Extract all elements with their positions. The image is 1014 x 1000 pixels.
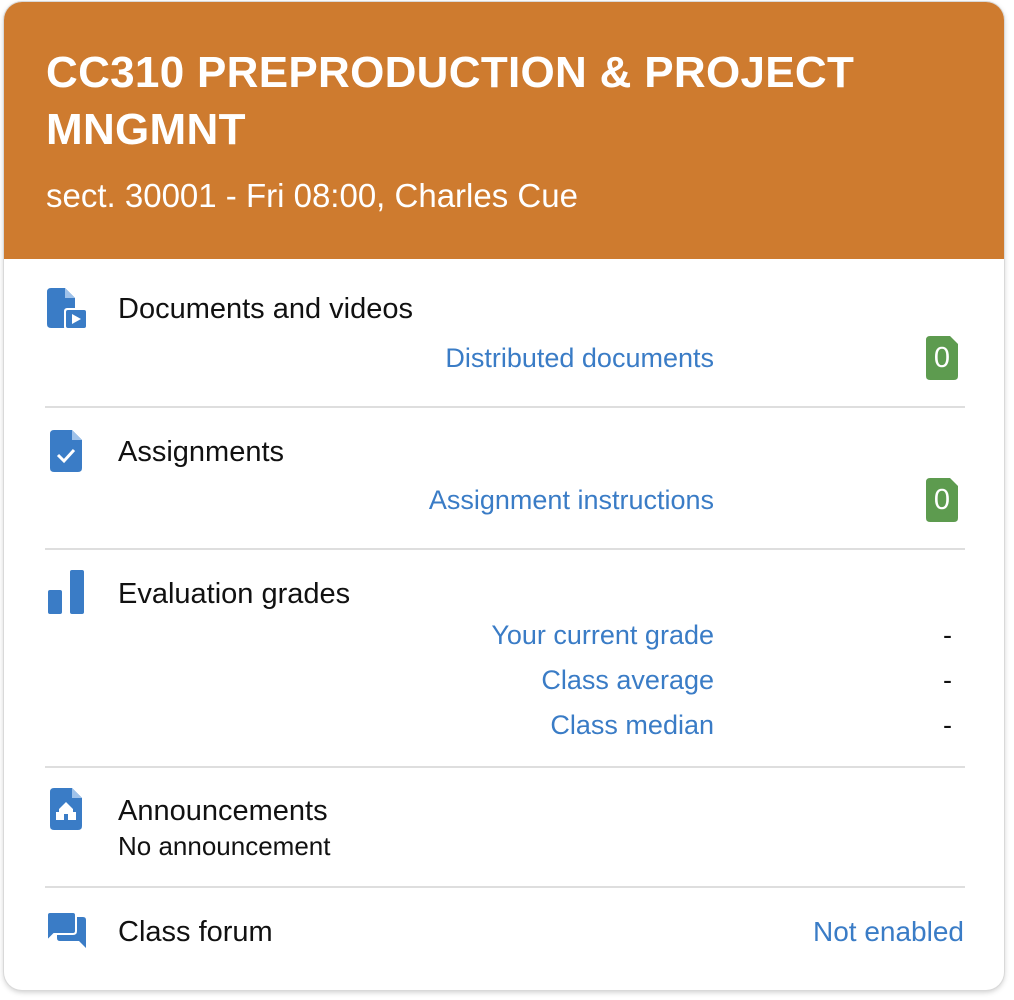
course-title[interactable]: CC310 PREPRODUCTION & PROJECT MNGMNT [46,44,946,158]
documents-title: Documents and videos [118,293,413,325]
announcement-icon [50,788,82,830]
announcements-title: Announcements [118,795,328,827]
course-subtitle: sect. 30001 - Fri 08:00, Charles Cue [46,177,578,214]
documents-count: 0 [933,342,951,374]
class-average-value: - [943,665,952,695]
current-grade-link[interactable]: Your current grade [491,619,714,651]
forum-title: Class forum [118,916,273,948]
documents-count-badge: 0 [926,336,958,380]
assignments-count: 0 [933,484,951,516]
course-card: CC310 PREPRODUCTION & PROJECT MNGMNT sec… [4,2,1004,990]
document-check-icon [50,430,82,472]
distributed-documents-link[interactable]: Distributed documents [445,342,714,374]
assignments-title: Assignments [118,436,285,468]
class-median-link[interactable]: Class median [550,709,714,741]
current-grade-value: - [943,620,952,650]
course-header[interactable]: CC310 PREPRODUCTION & PROJECT MNGMNT sec… [4,2,1004,259]
announcements-empty-text: No announcement [118,831,331,861]
grades-title: Evaluation grades [118,578,351,610]
class-median-value: - [943,710,952,740]
chat-bubbles-icon [47,912,86,948]
bar-chart-icon [48,570,84,614]
divider [45,406,965,408]
divider [45,766,965,768]
assignments-count-badge: 0 [926,478,958,522]
class-average-link[interactable]: Class average [541,664,714,696]
forum-status-link[interactable]: Not enabled [813,915,964,949]
document-video-icon [47,288,88,330]
divider [45,548,965,550]
divider [45,886,965,888]
assignment-instructions-link[interactable]: Assignment instructions [429,484,714,516]
